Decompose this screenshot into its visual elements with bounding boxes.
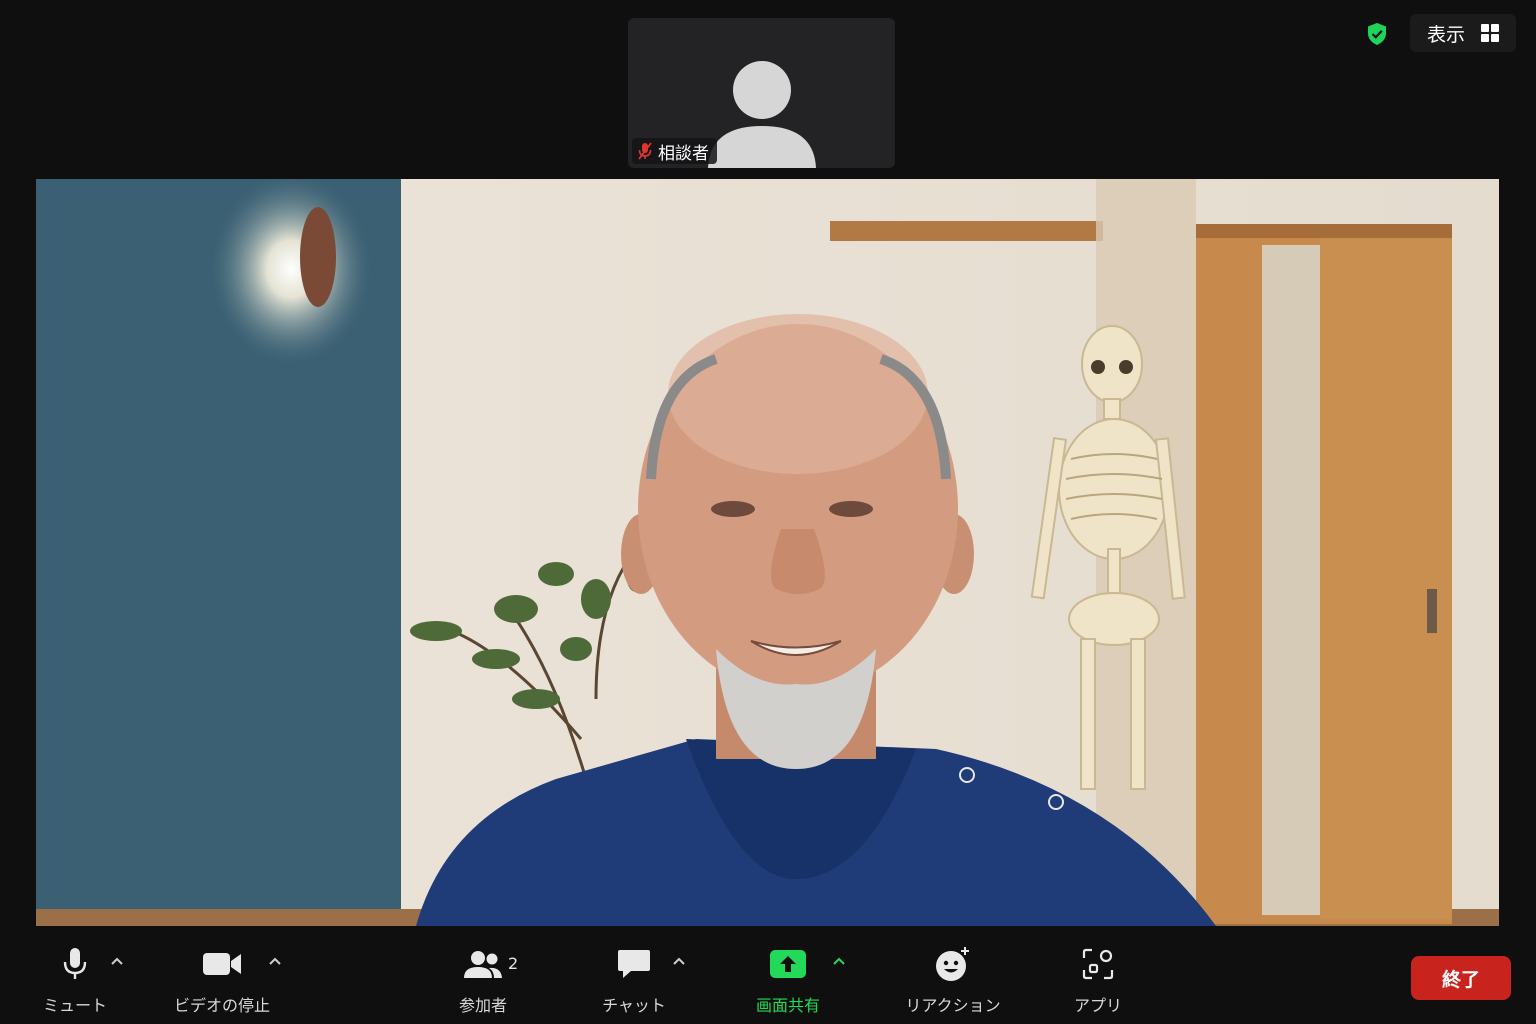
chevron-up-icon[interactable] [672, 956, 686, 966]
video-camera-icon [203, 953, 241, 975]
chevron-up-icon[interactable] [110, 956, 124, 966]
main-video [36, 179, 1499, 926]
mic-icon [63, 948, 87, 979]
reaction-icon [936, 947, 969, 981]
participant-name-tag: 相談者 [632, 138, 717, 164]
apps-label: アプリ [1073, 996, 1122, 1015]
participants-icon [464, 951, 502, 978]
meeting-toolbar: ミュート ビデオの停止 参加者 2 チャット 画面共有 リアクション アプリ [0, 926, 1536, 1024]
share-screen-label: 画面共有 [755, 996, 820, 1015]
chat-button[interactable]: チャット [596, 946, 672, 1016]
avatar-placeholder-icon [708, 61, 816, 168]
reactions-button[interactable]: リアクション [900, 946, 1006, 1016]
view-label: 表示 [1426, 23, 1465, 46]
chat-icon [618, 950, 650, 978]
video-scene [36, 179, 1499, 926]
muted-mic-icon [638, 142, 652, 160]
chevron-up-icon[interactable] [268, 956, 282, 966]
end-meeting-button[interactable]: 終了 [1411, 956, 1511, 1000]
mute-button[interactable]: ミュート [38, 946, 112, 1016]
participants-button[interactable]: 参加者 [452, 946, 514, 1016]
grid-view-icon [1481, 24, 1499, 42]
chevron-up-icon[interactable] [832, 956, 846, 966]
shield-icon[interactable] [1366, 22, 1388, 46]
stop-video-label: ビデオの停止 [173, 996, 270, 1015]
participant-count: 2 [508, 954, 519, 973]
reactions-label: リアクション [905, 996, 1001, 1015]
participant-tile[interactable]: 相談者 [628, 18, 895, 168]
view-button[interactable]: 表示 [1410, 14, 1516, 52]
apps-button[interactable]: アプリ [1070, 946, 1126, 1016]
apps-icon [1082, 948, 1114, 980]
mute-label: ミュート [42, 996, 107, 1015]
participant-name: 相談者 [658, 143, 709, 164]
chat-label: チャット [602, 996, 666, 1015]
participants-label: 参加者 [458, 996, 507, 1015]
share-screen-icon [770, 950, 806, 978]
share-screen-button[interactable]: 画面共有 [750, 946, 826, 1016]
stop-video-button[interactable]: ビデオの停止 [170, 946, 274, 1016]
